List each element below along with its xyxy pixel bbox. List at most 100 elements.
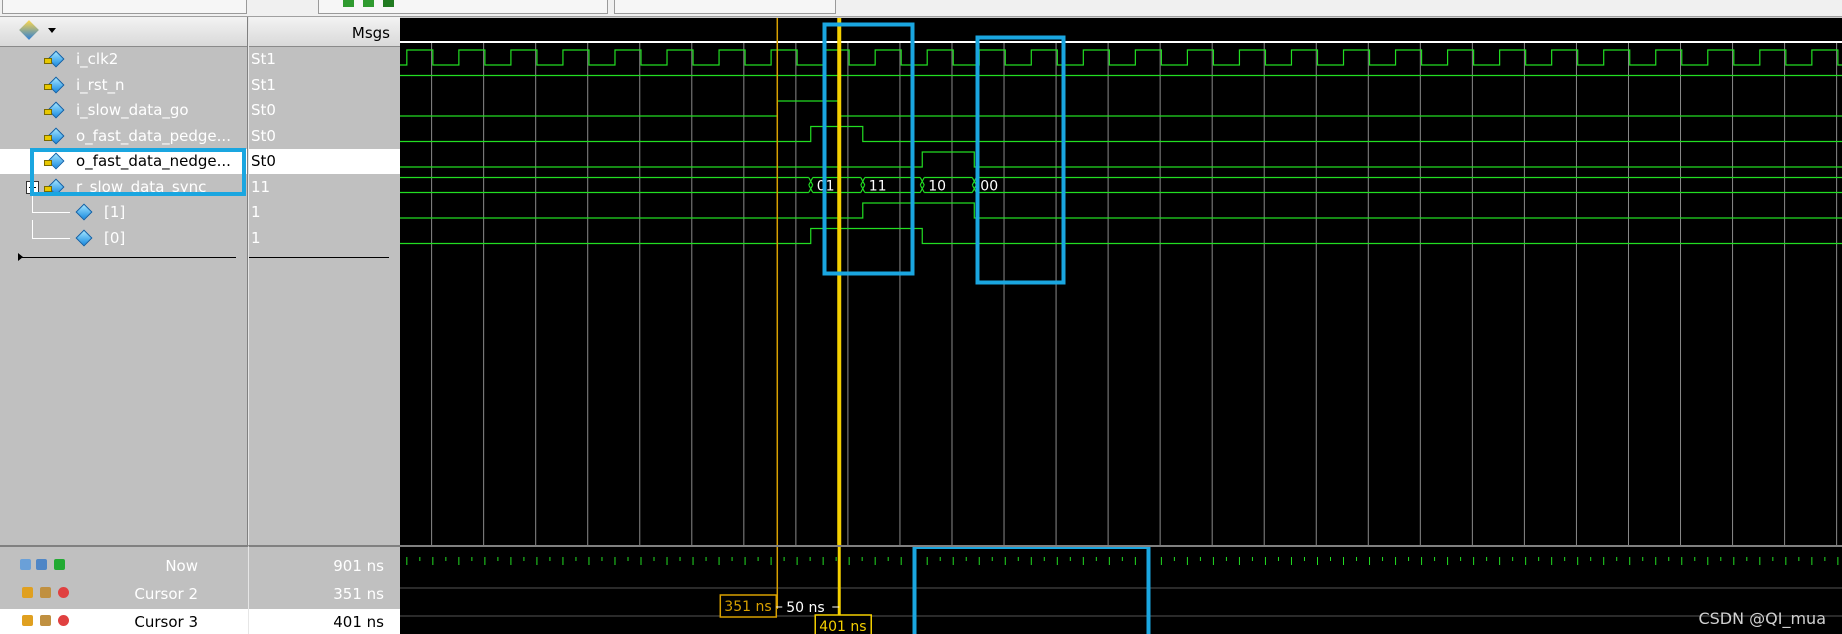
cursor-value-pane: 901 ns 351 ns 401 ns [248,545,400,634]
signal-value: St0 [251,126,276,145]
signal-row[interactable]: o_fast_data_nedge... [0,149,247,174]
wave-o-fast-data-pedge [400,125,1842,143]
chevron-down-icon[interactable] [48,28,56,33]
cursor-row[interactable]: Cursor 2 [0,581,248,607]
add-icon[interactable] [54,559,65,570]
list-end-line [22,257,236,258]
signal-arrow-icon [44,185,52,192]
wave-i-slow-data-go [400,100,1842,117]
cursor-3-label: 401 ns [819,619,866,634]
signal-name: [0] [104,228,126,247]
signal-arrow-icon [44,160,52,166]
wave-o-fast-data-nedge [400,151,1842,168]
signal-name-pane: i_clk2 i_rst_n i_slow_data_go o_fast_data_p… [0,17,248,545]
highlight-box [975,35,1066,285]
name-pane-header [0,17,247,47]
lock-icon[interactable] [22,615,33,626]
zoom-out-icon[interactable] [363,0,374,7]
signal-value-row[interactable]: St0 [249,98,400,123]
cursor-value-row[interactable]: 351 ns [249,581,400,607]
signal-row[interactable]: i_clk2 [0,47,247,72]
signal-name: o_fast_data_nedge... [76,152,231,170]
zoom-in-icon[interactable] [343,0,354,7]
signal-name: i_clk2 [76,50,119,68]
cursor-timeline-canvas[interactable]: 351 ns 50 ns 401 ns [354,545,1842,634]
signal-value: St0 [251,152,276,170]
toolbar-group-3[interactable] [614,0,836,14]
signal-arrow-icon [44,109,52,115]
signal-name: i_slow_data_go [76,101,189,119]
tree-branch-icon [32,219,70,239]
waveform-pane[interactable]: 0001111000 [400,17,1842,546]
signal-arrow-icon [44,134,52,141]
lock-icon[interactable] [22,587,33,598]
signal-value-row[interactable]: 1 [249,200,400,225]
cursor-row[interactable]: Now [0,553,248,579]
signal-value-row[interactable]: St1 [249,73,400,98]
add-cursor-icon[interactable] [20,559,31,570]
cursor-row[interactable]: Cursor 3 [0,609,248,634]
wave-r-slow-data-sync-1 [400,202,1842,219]
cursor-value-row[interactable]: 901 ns [249,553,400,579]
cursor-delta-label: 50 ns [786,600,824,616]
remove-icon[interactable] [58,587,69,598]
signal-name: [1] [104,203,126,221]
signal-row[interactable]: i_slow_data_go [0,98,247,123]
signal-name: i_rst_n [76,75,125,94]
wave-i-clk2 [400,49,1842,66]
bus-value-label: 10 [928,179,946,195]
wave-r-slow-data-sync-0 [400,227,1842,245]
toolbar-group-2[interactable] [318,0,608,14]
signal-diamond-icon [75,203,93,221]
signal-value: St0 [251,101,276,119]
signal-name: o_fast_data_pedge... [76,126,231,145]
list-end-marker-icon [18,253,23,261]
cursor-value: 351 ns [333,585,384,603]
tree-branch-icon [32,194,70,213]
signal-value: St1 [251,50,276,68]
wrench-icon[interactable] [40,587,51,598]
signal-value-row[interactable]: 11 [249,175,400,200]
cursor-value-row[interactable]: 401 ns [249,609,400,634]
signal-value-pane: Msgs St1 St1 St0 St0 St0 11 1 1 [248,17,400,545]
cursor-name-pane: Now Cursor 2 Cursor 3 [0,545,248,634]
cursor-value: 401 ns [333,613,384,631]
signal-value: St1 [251,75,276,94]
toolbar [0,0,1842,17]
zoom-full-icon[interactable] [383,0,394,7]
signal-row[interactable]: o_fast_data_pedge... [0,124,247,149]
signal-arrow-icon [44,58,52,64]
wave-header [400,18,1842,42]
wave-menu-icon[interactable] [19,20,39,40]
cursor-2-label: 351 ns [724,599,771,615]
cursor-list-icon[interactable] [36,559,47,570]
cursor-name: Cursor 3 [134,613,198,631]
remove-icon[interactable] [58,615,69,626]
cursor-timeline-pane[interactable]: 351 ns 50 ns 401 ns [354,545,1842,634]
signal-value: 1 [251,203,261,221]
cursor-name: Now [165,557,198,575]
signal-value-row[interactable]: St0 [249,124,400,149]
wrench-icon[interactable] [40,615,51,626]
collapse-icon[interactable] [26,180,39,194]
toolbar-group-1[interactable] [2,0,247,14]
signal-value-row[interactable]: St0 [249,149,400,174]
signal-row[interactable]: i_rst_n [0,73,247,98]
signal-name: r_slow_data_sync [76,177,207,196]
msgs-pane-header: Msgs [249,17,400,47]
signal-value: 1 [251,228,261,247]
value-list-end-line [249,257,389,258]
signal-diamond-icon [75,229,93,246]
signal-row[interactable]: [0] [0,219,247,251]
watermark: CSDN @QI_mua [1698,609,1826,628]
waveform-canvas[interactable]: 0001111000 [400,18,1842,546]
signal-value-row[interactable]: 1 [249,226,400,251]
bus-value-label: 11 [869,179,887,195]
signal-arrow-icon [44,83,52,90]
msgs-header: Msgs [351,24,390,42]
cursor-value: 901 ns [333,557,384,575]
signal-value-row[interactable]: St1 [249,47,400,72]
signal-value: 11 [251,177,271,196]
wave-r-slow-data-sync [400,176,1842,194]
bus-value-label: 00 [980,179,998,195]
